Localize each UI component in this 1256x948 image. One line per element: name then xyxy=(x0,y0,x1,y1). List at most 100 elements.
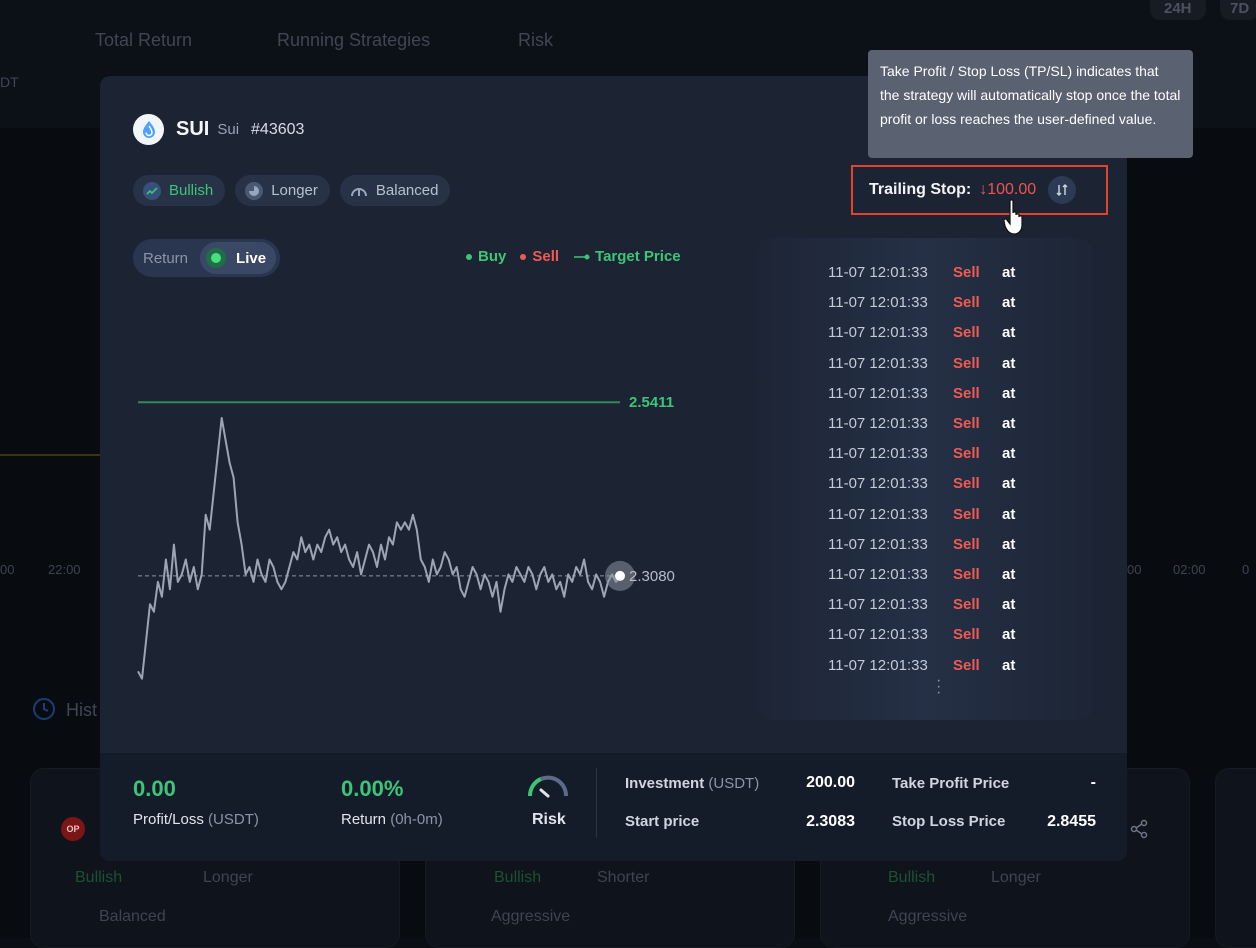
stat-total-return: Total Return xyxy=(95,30,192,51)
log-side: Sell xyxy=(953,324,1002,341)
log-side: Sell xyxy=(953,355,1002,372)
price-chart: 2.54112.3080 xyxy=(130,336,710,716)
stop-loss-value: 2.8455 xyxy=(1020,813,1096,831)
trailing-stop-value: ↓100.00 xyxy=(979,181,1036,199)
card-tag: Longer xyxy=(991,869,1041,887)
log-at: at xyxy=(1002,264,1015,281)
log-time: 11-07 12:01:33 xyxy=(828,385,953,402)
trade-log-row: 11-07 12:01:33Sellat xyxy=(828,415,1015,432)
log-at: at xyxy=(1002,475,1015,492)
history-title: Hist xyxy=(66,700,97,721)
card-tag: Aggressive xyxy=(491,908,570,926)
tpsl-tooltip: Take Profit / Stop Loss (TP/SL) indicate… xyxy=(868,50,1193,158)
chart-legend: Buy Sell Target Price xyxy=(466,248,681,265)
log-time: 11-07 12:01:33 xyxy=(828,506,953,523)
log-at: at xyxy=(1002,657,1015,674)
card-tag: Shorter xyxy=(597,869,649,887)
clock-icon xyxy=(245,182,263,200)
log-at: at xyxy=(1002,596,1015,613)
bg-chart-line xyxy=(0,454,100,456)
axis-label: 02:00 xyxy=(1173,562,1206,577)
card-tag: Balanced xyxy=(99,908,166,926)
log-at: at xyxy=(1002,506,1015,523)
history-icon xyxy=(32,697,56,721)
log-at: at xyxy=(1002,445,1015,462)
strategy-card[interactable] xyxy=(1215,768,1256,948)
share-icon[interactable] xyxy=(1129,819,1149,839)
log-side: Sell xyxy=(953,415,1002,432)
card-tag: Longer xyxy=(203,869,253,887)
coin-symbol: SUI xyxy=(176,118,209,141)
trade-log-row: 11-07 12:01:33Sellat xyxy=(828,355,1015,372)
return-value: 0.00% xyxy=(341,776,403,802)
log-side: Sell xyxy=(953,657,1002,674)
trailing-stop-label: Trailing Stop: xyxy=(869,181,971,199)
coin-name: Sui xyxy=(217,121,239,138)
modal-footer xyxy=(100,753,1127,861)
trade-log-row: 11-07 12:01:33Sellat xyxy=(828,475,1015,492)
log-at: at xyxy=(1002,536,1015,553)
log-time: 11-07 12:01:33 xyxy=(828,475,953,492)
adjust-icon xyxy=(1055,183,1069,197)
card-tag: Bullish xyxy=(494,869,541,887)
return-label: Return (0h-0m) xyxy=(341,811,443,828)
trend-up-icon xyxy=(143,182,161,200)
legend-sell: Sell xyxy=(520,248,559,265)
price-series-line xyxy=(138,418,620,679)
log-at: at xyxy=(1002,385,1015,402)
stop-loss-label: Stop Loss Price xyxy=(892,813,1005,830)
log-at: at xyxy=(1002,626,1015,643)
footer-divider xyxy=(596,768,597,838)
toggle-live[interactable]: Live xyxy=(200,242,276,274)
log-time: 11-07 12:01:33 xyxy=(828,294,953,311)
profit-loss-label: Profit/Loss (USDT) xyxy=(133,811,259,828)
log-at: at xyxy=(1002,294,1015,311)
log-side: Sell xyxy=(953,596,1002,613)
log-side: Sell xyxy=(953,536,1002,553)
log-time: 11-07 12:01:33 xyxy=(828,657,953,674)
log-time: 11-07 12:01:33 xyxy=(828,415,953,432)
log-time: 11-07 12:01:33 xyxy=(828,566,953,583)
trade-log-row: 11-07 12:01:33Sellat xyxy=(828,596,1015,613)
log-at: at xyxy=(1002,355,1015,372)
toggle-return[interactable]: Return xyxy=(143,250,188,267)
op-badge-icon: OP xyxy=(61,817,85,841)
take-profit-label: Take Profit Price xyxy=(892,775,1009,792)
pill-7d[interactable]: 7D xyxy=(1220,0,1256,20)
more-icon[interactable]: ··· xyxy=(936,678,941,696)
log-at: at xyxy=(1002,324,1015,341)
log-side: Sell xyxy=(953,566,1002,583)
card-tag: Aggressive xyxy=(888,908,967,926)
trade-log-row: 11-07 12:01:33Sellat xyxy=(828,385,1015,402)
card-tag: Bullish xyxy=(75,869,122,887)
axis-label: 00 xyxy=(0,562,14,577)
stat-risk: Risk xyxy=(518,30,553,51)
profit-loss-value: 0.00 xyxy=(133,776,176,802)
log-side: Sell xyxy=(953,264,1002,281)
trade-log-row: 11-07 12:01:33Sellat xyxy=(828,324,1015,341)
investment-value: 200.00 xyxy=(760,774,855,792)
log-time: 11-07 12:01:33 xyxy=(828,355,953,372)
trade-log-row: 11-07 12:01:33Sellat xyxy=(828,536,1015,553)
trade-log-panel: ··· 11-07 12:01:33Sellat11-07 12:01:33Se… xyxy=(756,238,1094,720)
log-side: Sell xyxy=(953,385,1002,402)
stat-running-strategies: Running Strategies xyxy=(277,30,430,51)
investment-label: Investment (USDT) xyxy=(625,775,759,792)
start-price-label: Start price xyxy=(625,813,699,830)
take-profit-value: - xyxy=(1040,774,1096,792)
trailing-stop-highlight: Trailing Stop: ↓100.00 xyxy=(851,165,1108,215)
axis-label: 00 xyxy=(1127,562,1141,577)
chart-mode-toggle[interactable]: Return Live xyxy=(133,239,280,277)
pill-24h[interactable]: 24H xyxy=(1150,0,1206,20)
trade-log-row: 11-07 12:01:33Sellat xyxy=(828,626,1015,643)
target-price-label: 2.5411 xyxy=(629,394,674,411)
trade-log-row: 11-07 12:01:33Sellat xyxy=(828,294,1015,311)
log-at: at xyxy=(1002,566,1015,583)
log-time: 11-07 12:01:33 xyxy=(828,626,953,643)
stat-fragment: DT xyxy=(0,74,19,90)
live-dot-icon xyxy=(206,248,226,268)
tag-longer: Longer xyxy=(235,175,330,206)
axis-label: 0 xyxy=(1242,562,1249,577)
edit-tpsl-button[interactable] xyxy=(1048,176,1076,204)
start-price-value: 2.3083 xyxy=(760,813,855,831)
